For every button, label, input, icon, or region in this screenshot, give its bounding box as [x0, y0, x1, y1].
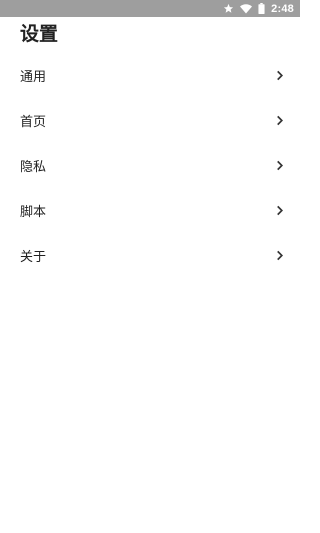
- settings-item-general[interactable]: 通用: [0, 53, 300, 98]
- settings-item-label: 脚本: [20, 205, 47, 220]
- settings-item-label: 隐私: [20, 160, 47, 175]
- settings-item-label: 通用: [20, 70, 47, 85]
- chevron-right-icon: [276, 250, 284, 261]
- status-bar: 2:48: [0, 0, 300, 17]
- settings-item-privacy[interactable]: 隐私: [0, 143, 300, 188]
- battery-icon: [258, 3, 265, 14]
- wifi-icon: [240, 3, 253, 14]
- page-title: 设置: [20, 23, 59, 45]
- chevron-right-icon: [276, 115, 284, 126]
- settings-item-script[interactable]: 脚本: [0, 188, 300, 233]
- chevron-right-icon: [276, 70, 284, 81]
- chevron-right-icon: [276, 160, 284, 171]
- settings-item-label: 关于: [20, 250, 47, 265]
- settings-menu: 通用 首页 隐私 脚本 关于: [0, 53, 300, 278]
- status-time: 2:48: [271, 2, 294, 15]
- settings-item-about[interactable]: 关于: [0, 233, 300, 278]
- star-icon: [223, 3, 234, 14]
- settings-item-home[interactable]: 首页: [0, 98, 300, 143]
- settings-item-label: 首页: [20, 115, 47, 130]
- chevron-right-icon: [276, 205, 284, 216]
